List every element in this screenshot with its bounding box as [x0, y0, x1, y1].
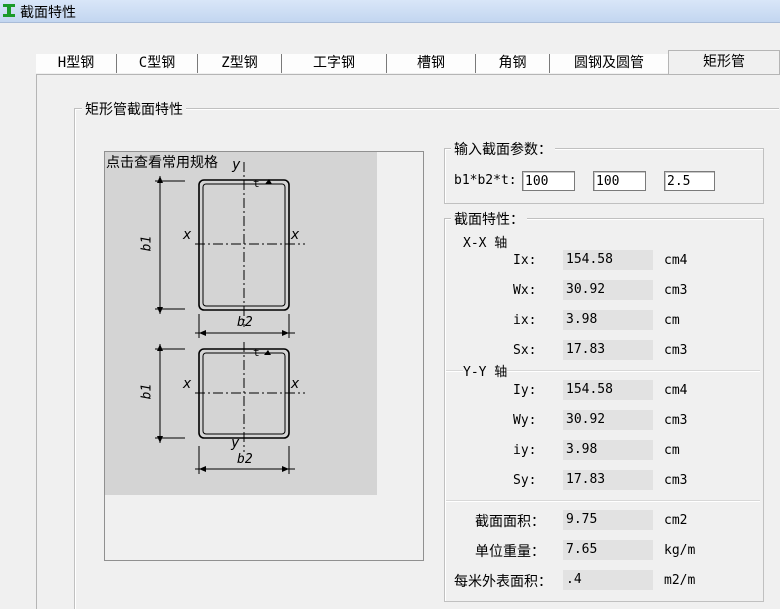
diagram-frame: 点击查看常用规格 y t x x b1 b2 t x x b1 y b2 [104, 151, 424, 561]
area-value: 9.75 [563, 510, 653, 530]
tab-c-steel[interactable]: C型钢 [117, 54, 198, 73]
sy-label: Sy: [513, 473, 537, 488]
x-axis-label-right-2: x [291, 376, 300, 392]
b1-input[interactable]: 100 [522, 171, 575, 191]
ix-value: 154.58 [563, 250, 653, 270]
tab-channel[interactable]: 槽钢 [387, 54, 476, 73]
iy-value: 154.58 [563, 380, 653, 400]
iy-label: Iy: [513, 383, 537, 398]
b1-label-top: b1 [139, 235, 155, 252]
sx-unit: cm3 [664, 343, 688, 358]
input-group-label: 输入截面参数： [451, 139, 555, 159]
ry-unit: cm [664, 443, 680, 458]
properties-group-label: 截面特性： [451, 209, 527, 229]
y-axis-label-bottom: y [231, 435, 240, 451]
area-unit: cm2 [664, 513, 688, 528]
app-icon [3, 4, 15, 17]
x-axis-label-left: x [183, 227, 192, 243]
area-label: 截面面积： [475, 514, 545, 530]
surface-area-value: .4 [563, 570, 653, 590]
separator-general [446, 500, 760, 502]
wy-unit: cm3 [664, 413, 688, 428]
rx-label: ix: [513, 313, 537, 328]
wy-label: Wy: [513, 413, 537, 428]
wx-label: Wx: [513, 283, 537, 298]
xx-axis-heading: X-X 轴 [463, 236, 508, 251]
sy-value: 17.83 [563, 470, 653, 490]
surface-area-label: 每米外表面积： [454, 574, 552, 590]
param-label: b1*b2*t: [454, 173, 517, 188]
sy-unit: cm3 [664, 473, 688, 488]
b2-label-bottom: b2 [237, 452, 253, 467]
y-axis-label-top: y [232, 157, 241, 173]
sx-label: Sx: [513, 343, 537, 358]
section-diagram[interactable]: 点击查看常用规格 y t x x b1 b2 t x x b1 y b2 [105, 152, 377, 495]
t-label-top: t [253, 177, 260, 190]
surface-area-unit: m2/m [664, 573, 696, 588]
wy-value: 30.92 [563, 410, 653, 430]
x-axis-label-right: x [291, 227, 300, 243]
tab-angle[interactable]: 角钢 [476, 54, 550, 73]
weight-label: 单位重量： [475, 544, 545, 560]
ix-label: Ix: [513, 253, 537, 268]
title-bar: 截面特性 [0, 0, 780, 23]
tab-z-steel[interactable]: Z型钢 [198, 54, 282, 73]
wx-value: 30.92 [563, 280, 653, 300]
wx-unit: cm3 [664, 283, 688, 298]
rx-unit: cm [664, 313, 680, 328]
weight-value: 7.65 [563, 540, 653, 560]
t-input[interactable]: 2.5 [664, 171, 715, 191]
tab-i-beam[interactable]: 工字钢 [282, 54, 387, 73]
yy-axis-heading: Y-Y 轴 [463, 361, 508, 380]
weight-unit: kg/m [664, 543, 696, 558]
t-label-bottom: t [253, 346, 260, 359]
tab-rect-tube[interactable]: 矩形管 [668, 50, 780, 75]
x-axis-label-left-2: x [183, 376, 192, 392]
tab-h-steel[interactable]: H型钢 [36, 54, 117, 73]
spec-link[interactable]: 点击查看常用规格 [106, 152, 218, 172]
b1-label-bottom: b1 [139, 383, 155, 400]
ry-label: iy: [513, 443, 537, 458]
ix-unit: cm4 [664, 253, 688, 268]
b2-input[interactable]: 100 [593, 171, 646, 191]
window-title: 截面特性 [20, 5, 76, 21]
sx-value: 17.83 [563, 340, 653, 360]
ry-value: 3.98 [563, 440, 653, 460]
section-group-label: 矩形管截面特性 [82, 99, 186, 119]
tab-round[interactable]: 圆钢及圆管 [550, 54, 669, 73]
b2-label-top: b2 [237, 315, 253, 330]
iy-unit: cm4 [664, 383, 688, 398]
rx-value: 3.98 [563, 310, 653, 330]
